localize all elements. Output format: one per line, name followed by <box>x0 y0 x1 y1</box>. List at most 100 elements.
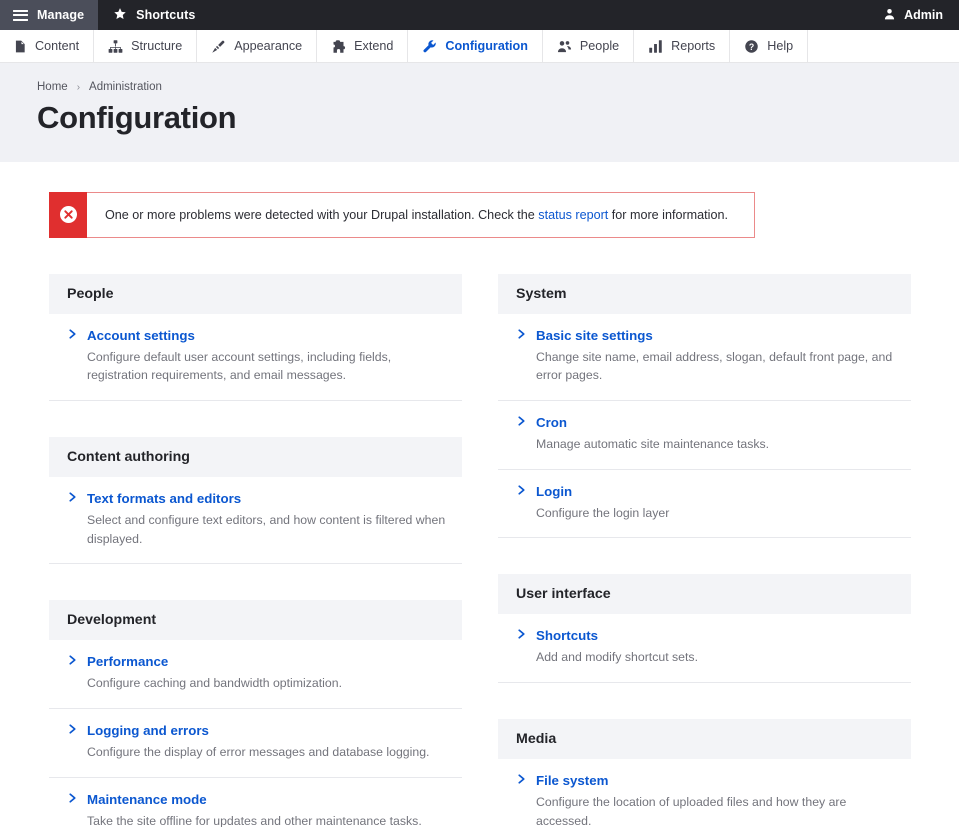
panel-content-authoring: Content authoring Text formats and edito… <box>49 437 462 565</box>
sitemap-icon <box>108 39 123 54</box>
config-link-description: Select and configure text editors, and h… <box>87 513 446 546</box>
list-item: Login Configure the login layer <box>498 470 911 539</box>
bar-chart-icon <box>648 39 663 54</box>
status-report-link[interactable]: status report <box>538 206 608 224</box>
list-item: Logging and errors Configure the display… <box>49 709 462 778</box>
menu-item-structure[interactable]: Structure <box>94 30 198 62</box>
chevron-right-icon <box>517 328 526 340</box>
document-icon <box>12 39 27 54</box>
config-link-description: Configure the login layer <box>536 505 670 520</box>
panel-title: Development <box>49 600 462 641</box>
list-item: Maintenance mode Take the site offline f… <box>49 778 462 827</box>
menu-item-configuration[interactable]: Configuration <box>408 30 543 62</box>
config-link-label: Maintenance mode <box>87 791 207 807</box>
menu-item-people[interactable]: People <box>543 30 635 62</box>
config-link-label: Cron <box>536 415 568 431</box>
configuration-column-right: System Basic site settings Change site n… <box>498 273 911 827</box>
list-item: Account settings Configure default user … <box>49 314 462 402</box>
panel-body: Text formats and editors Select and conf… <box>49 477 462 565</box>
config-link-shortcuts[interactable]: Shortcuts <box>498 628 911 643</box>
config-link-label: Shortcuts <box>536 628 599 644</box>
config-link-label: Login <box>536 483 573 499</box>
chevron-right-icon <box>68 792 77 804</box>
page-header: Home › Administration Configuration <box>0 63 959 162</box>
configuration-column-left: People Account settings Configure defaul… <box>49 273 462 827</box>
admin-tab-manage-label: Manage <box>37 8 85 22</box>
config-link-description: Configure the display of error messages … <box>87 745 430 760</box>
chevron-right-icon <box>68 328 77 340</box>
panel-development: Development Performance Configure cachin… <box>49 600 462 827</box>
admin-user-label: Admin <box>904 8 943 22</box>
error-message-text: One or more problems were detected with … <box>87 193 744 237</box>
config-link-file-system[interactable]: File system <box>498 773 911 788</box>
config-link-account-settings[interactable]: Account settings <box>49 328 462 343</box>
config-link-login[interactable]: Login <box>498 484 911 499</box>
panel-user-interface: User interface Shortcuts Add and modify … <box>498 574 911 684</box>
chevron-right-icon <box>68 654 77 666</box>
admin-tab-manage[interactable]: Manage <box>0 0 99 30</box>
error-text-after: for more information. <box>611 207 728 222</box>
svg-text:?: ? <box>749 41 754 51</box>
menu-item-help[interactable]: ? Help <box>730 30 809 62</box>
breadcrumb-item-administration[interactable]: Administration <box>89 81 162 93</box>
list-item: Text formats and editors Select and conf… <box>49 477 462 565</box>
config-link-cron[interactable]: Cron <box>498 415 911 430</box>
panel-title: Media <box>498 719 911 760</box>
config-link-description: Configure the location of uploaded files… <box>536 795 847 827</box>
error-icon-container <box>49 191 87 238</box>
panel-title: User interface <box>498 574 911 615</box>
config-link-description: Take the site offline for updates and ot… <box>87 813 422 827</box>
panel-people: People Account settings Configure defaul… <box>49 273 462 402</box>
admin-toolbar-spacer <box>209 0 873 30</box>
menu-item-content[interactable]: Content <box>0 30 95 62</box>
panel-body: File system Configure the location of up… <box>498 759 911 827</box>
config-link-text-formats-and-editors[interactable]: Text formats and editors <box>49 491 462 506</box>
chevron-right-icon <box>517 415 526 427</box>
panel-title: People <box>49 273 462 314</box>
menu-item-appearance[interactable]: Appearance <box>197 30 318 62</box>
chevron-right-icon <box>517 628 526 640</box>
admin-toolbar: Manage Shortcuts Admin <box>0 0 959 30</box>
menu-item-reports[interactable]: Reports <box>634 30 731 62</box>
config-link-basic-site-settings[interactable]: Basic site settings <box>498 328 911 343</box>
config-link-label: Account settings <box>87 327 195 343</box>
paintbrush-icon <box>211 39 226 54</box>
admin-user-menu[interactable]: Admin <box>873 0 959 30</box>
panel-body: Account settings Configure default user … <box>49 314 462 402</box>
admin-tab-shortcuts-label: Shortcuts <box>136 8 196 22</box>
main-content: One or more problems were detected with … <box>0 161 959 827</box>
page-title: Configuration <box>37 100 237 135</box>
config-link-maintenance-mode[interactable]: Maintenance mode <box>49 792 462 807</box>
config-link-performance[interactable]: Performance <box>49 654 462 669</box>
config-link-logging-and-errors[interactable]: Logging and errors <box>49 723 462 738</box>
wrench-icon <box>422 39 437 54</box>
panel-title: System <box>498 273 911 314</box>
panel-system: System Basic site settings Change site n… <box>498 273 911 539</box>
breadcrumb: Home › Administration <box>37 81 959 93</box>
menu-item-label: People <box>579 39 620 53</box>
admin-tab-shortcuts[interactable]: Shortcuts <box>98 0 210 30</box>
list-item: Shortcuts Add and modify shortcut sets. <box>498 614 911 684</box>
panel-body: Performance Configure caching and bandwi… <box>49 640 462 827</box>
menu-item-label: Content <box>35 39 80 53</box>
config-link-label: Text formats and editors <box>87 491 242 507</box>
puzzle-icon <box>331 39 346 54</box>
config-link-description: Configure default user account settings,… <box>87 349 392 383</box>
menu-item-label: Reports <box>671 39 716 53</box>
menu-item-extend[interactable]: Extend <box>317 30 409 62</box>
config-link-description: Change site name, email address, slogan,… <box>536 349 893 383</box>
panel-media: Media File system Configure the location… <box>498 719 911 827</box>
menu-item-label: Extend <box>354 39 394 53</box>
chevron-right-icon <box>517 484 526 496</box>
list-item: Basic site settings Change site name, em… <box>498 314 911 402</box>
breadcrumb-item-home[interactable]: Home <box>37 81 68 93</box>
panel-body: Shortcuts Add and modify shortcut sets. <box>498 614 911 684</box>
menu-item-label: Configuration <box>445 39 528 53</box>
config-link-description: Manage automatic site maintenance tasks. <box>536 437 770 452</box>
admin-menu-bar: Content Structure Appearance Extend Conf… <box>0 30 959 63</box>
chevron-right-icon <box>517 773 526 785</box>
list-item: Cron Manage automatic site maintenance t… <box>498 401 911 470</box>
chevron-right-icon <box>68 491 77 503</box>
error-message: One or more problems were detected with … <box>49 191 755 238</box>
list-item: Performance Configure caching and bandwi… <box>49 640 462 710</box>
